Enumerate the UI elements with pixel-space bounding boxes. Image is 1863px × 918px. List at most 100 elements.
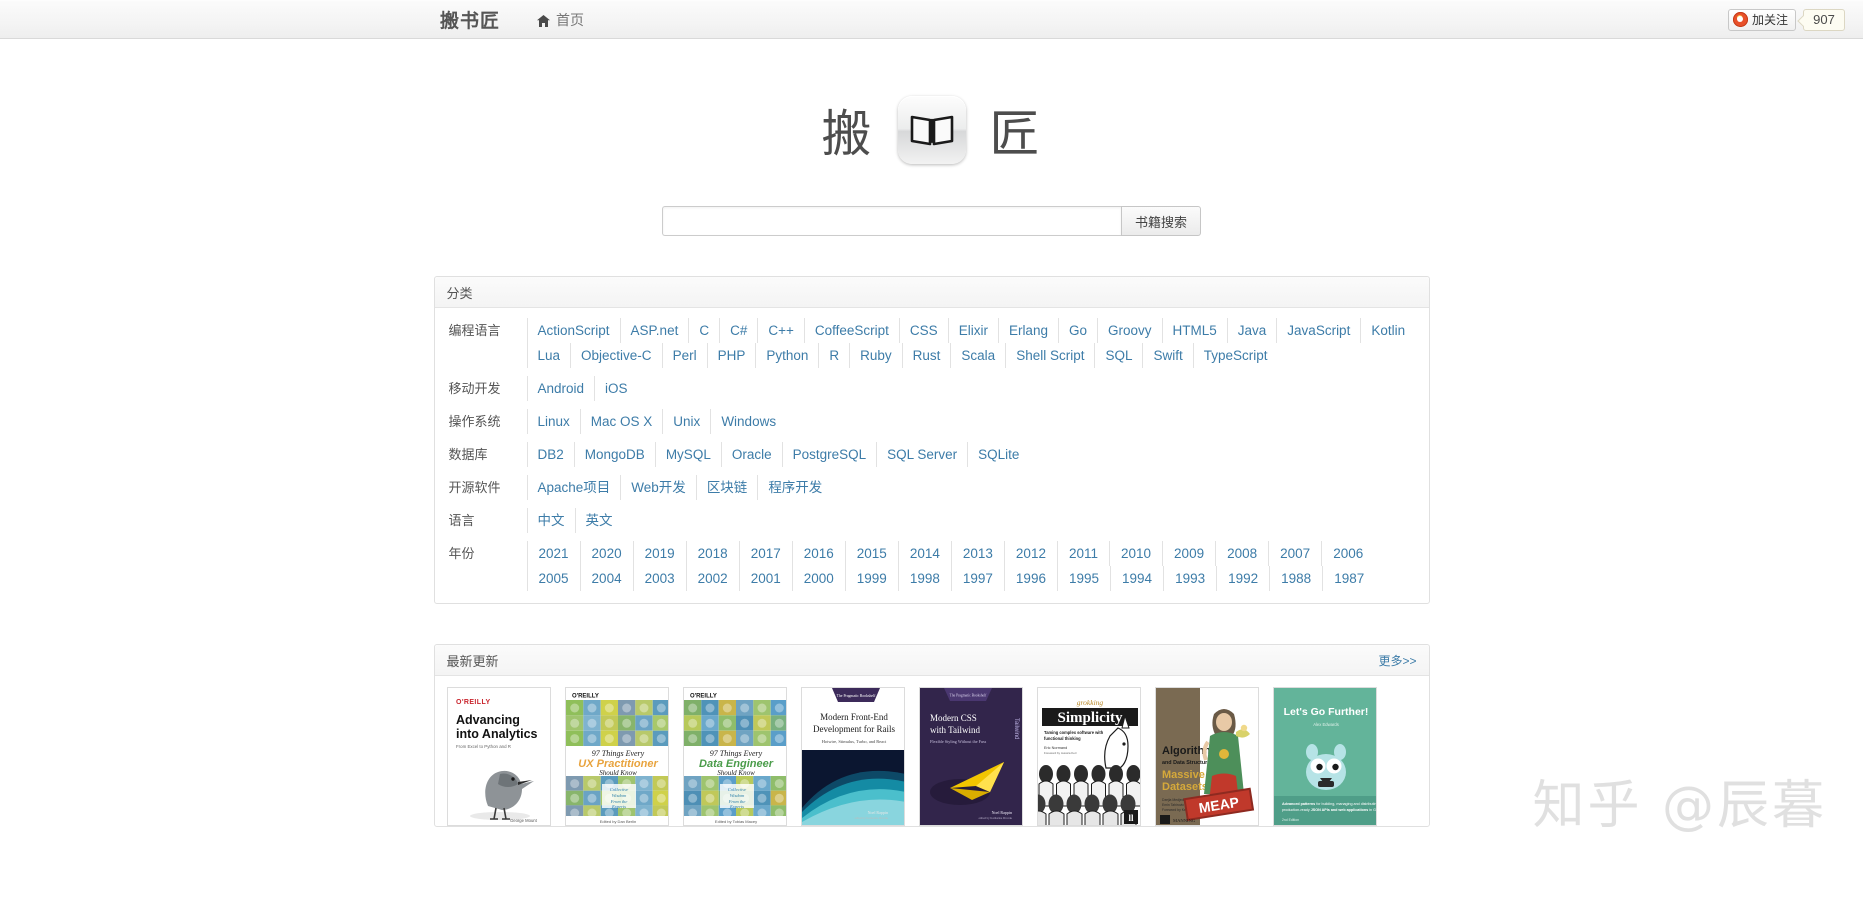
search-button[interactable]: 书籍搜索 (1121, 206, 1201, 236)
category-link[interactable]: Scala (950, 343, 1005, 368)
category-link[interactable]: 区块链 (696, 475, 758, 500)
category-link[interactable]: C (688, 318, 719, 343)
category-link[interactable]: ActionScript (527, 318, 620, 343)
category-link[interactable]: 2002 (686, 566, 739, 591)
category-link[interactable]: R (818, 343, 849, 368)
category-link[interactable]: Rust (902, 343, 951, 368)
category-link[interactable]: 1987 (1322, 566, 1375, 591)
category-link[interactable]: DB2 (527, 442, 574, 467)
book-cover-image[interactable]: The Pragmatic Bookshelf Modern CSS with … (919, 687, 1023, 826)
category-link[interactable]: 1998 (898, 566, 951, 591)
category-link[interactable]: PostgreSQL (782, 442, 877, 467)
category-link[interactable]: 1999 (845, 566, 898, 591)
category-link[interactable]: 2010 (1109, 541, 1162, 566)
category-link[interactable]: 2013 (951, 541, 1004, 566)
category-link[interactable]: Python (755, 343, 818, 368)
book-cover-image[interactable]: The Pragmatic Bookshelf Modern Front-End… (801, 687, 905, 826)
category-link[interactable]: 2006 (1321, 541, 1374, 566)
category-link[interactable]: C++ (757, 318, 804, 343)
category-link[interactable]: 2001 (739, 566, 792, 591)
category-link[interactable]: 2020 (580, 541, 633, 566)
category-link[interactable]: Mac OS X (580, 409, 663, 434)
category-link[interactable]: MySQL (655, 442, 721, 467)
category-link[interactable]: iOS (594, 376, 638, 401)
book-cover-image[interactable]: O'REILLY 97 Things Every Data Engineer S… (683, 687, 787, 826)
book-cover-image[interactable]: O'REILLY Advancing into Analytics From E… (447, 687, 551, 826)
category-link[interactable]: Perl (662, 343, 707, 368)
category-link[interactable]: Kotlin (1360, 318, 1415, 343)
category-link[interactable]: 1997 (951, 566, 1004, 591)
book-item[interactable]: O'REILLY 97 Things Every Data Engineer S… (683, 687, 787, 826)
category-link[interactable]: C# (719, 318, 757, 343)
category-link[interactable]: Unix (662, 409, 710, 434)
book-item[interactable]: O'REILLY 97 Things Every UX Practitioner… (565, 687, 669, 826)
category-link[interactable]: 1992 (1216, 566, 1269, 591)
book-item[interactable]: The Pragmatic Bookshelf Modern CSS with … (919, 687, 1023, 826)
category-link[interactable]: 1996 (1004, 566, 1057, 591)
category-link[interactable]: 1995 (1057, 566, 1110, 591)
category-link[interactable]: 2004 (580, 566, 633, 591)
book-item[interactable]: The Pragmatic Bookshelf Modern Front-End… (801, 687, 905, 826)
category-link[interactable]: CoffeeScript (804, 318, 899, 343)
category-link[interactable]: 1994 (1110, 566, 1163, 591)
category-link[interactable]: PHP (707, 343, 756, 368)
category-link[interactable]: Oracle (721, 442, 782, 467)
category-link[interactable]: 中文 (527, 508, 575, 533)
category-link[interactable]: 2009 (1162, 541, 1215, 566)
category-link[interactable]: HTML5 (1162, 318, 1227, 343)
latest-updates-more-link[interactable]: 更多>> (1378, 652, 1416, 669)
category-link[interactable]: Lua (527, 343, 571, 368)
book-item[interactable]: grokking Simplicity Taming complex softw… (1037, 687, 1141, 826)
category-link[interactable]: 程序开发 (757, 475, 832, 500)
category-link[interactable]: 2008 (1215, 541, 1268, 566)
category-link[interactable]: 2021 (527, 541, 580, 566)
book-cover-image[interactable]: grokking Simplicity Taming complex softw… (1037, 687, 1141, 826)
category-link[interactable]: SQLite (967, 442, 1029, 467)
category-link[interactable]: 英文 (575, 508, 623, 533)
category-link[interactable]: 2011 (1057, 541, 1109, 566)
category-link[interactable]: 2000 (792, 566, 845, 591)
category-link[interactable]: 2012 (1004, 541, 1057, 566)
category-link[interactable]: MongoDB (574, 442, 655, 467)
category-link[interactable]: Apache项目 (527, 475, 621, 500)
category-link[interactable]: Windows (710, 409, 786, 434)
book-item[interactable]: Algorithms and Data Structures for Massi… (1155, 687, 1259, 826)
category-link[interactable]: JavaScript (1276, 318, 1360, 343)
category-link[interactable]: Android (527, 376, 595, 401)
category-link[interactable]: Groovy (1097, 318, 1162, 343)
category-link[interactable]: 2016 (792, 541, 845, 566)
book-item[interactable]: O'REILLY Advancing into Analytics From E… (447, 687, 551, 826)
category-link[interactable]: Elixir (948, 318, 998, 343)
category-link[interactable]: Swift (1142, 343, 1192, 368)
category-link[interactable]: Shell Script (1005, 343, 1094, 368)
category-link[interactable]: SQL (1094, 343, 1142, 368)
category-link[interactable]: 2005 (527, 566, 580, 591)
book-cover-image[interactable]: Let's Go Further! Alex Edwards Advanced … (1273, 687, 1377, 826)
category-link[interactable]: 2015 (845, 541, 898, 566)
search-input[interactable] (662, 206, 1121, 236)
category-link[interactable]: Objective-C (570, 343, 662, 368)
book-cover-image[interactable]: O'REILLY 97 Things Every UX Practitioner… (565, 687, 669, 826)
book-cover-image[interactable]: Algorithms and Data Structures for Massi… (1155, 687, 1259, 826)
category-link[interactable]: Web开发 (620, 475, 696, 500)
category-link[interactable]: 2003 (633, 566, 686, 591)
site-brand-logo[interactable]: 搬书匠 (440, 6, 500, 33)
category-link[interactable]: Ruby (849, 343, 902, 368)
category-link[interactable]: Java (1227, 318, 1277, 343)
book-item[interactable]: Let's Go Further! Alex Edwards Advanced … (1273, 687, 1377, 826)
category-link[interactable]: Go (1058, 318, 1097, 343)
nav-item-home[interactable]: 首页 (536, 10, 584, 30)
category-link[interactable]: SQL Server (876, 442, 967, 467)
category-link[interactable]: TypeScript (1193, 343, 1278, 368)
category-link[interactable]: Linux (527, 409, 580, 434)
category-link[interactable]: CSS (899, 318, 948, 343)
weibo-follow-button[interactable]: 加关注 (1728, 9, 1796, 31)
category-link[interactable]: Erlang (998, 318, 1058, 343)
category-link[interactable]: 1988 (1269, 566, 1322, 591)
category-link[interactable]: 2018 (686, 541, 739, 566)
category-link[interactable]: ASP.net (620, 318, 689, 343)
category-link[interactable]: 2007 (1268, 541, 1321, 566)
category-link[interactable]: 1993 (1163, 566, 1216, 591)
category-link[interactable]: 2017 (739, 541, 792, 566)
category-link[interactable]: 2019 (633, 541, 686, 566)
